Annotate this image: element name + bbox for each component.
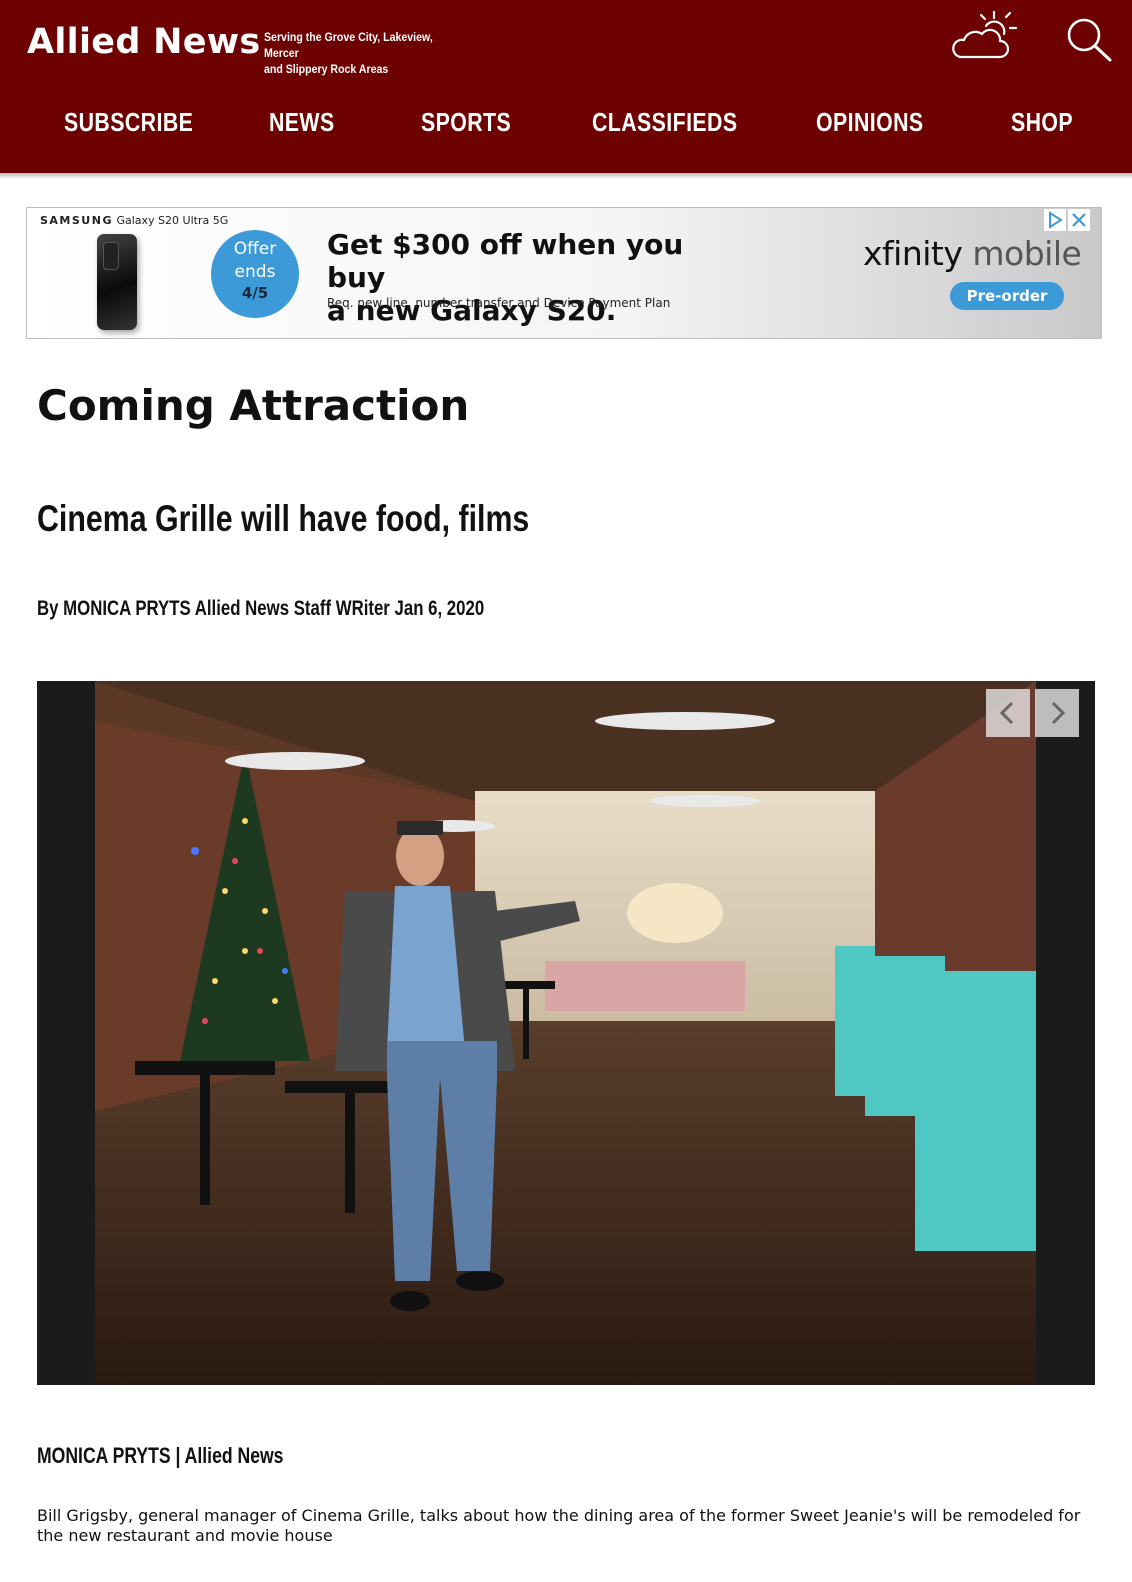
offer-badge: Offer ends 4/5 [211, 230, 299, 318]
offer-date: 4/5 [241, 284, 269, 302]
close-icon[interactable] [1068, 209, 1090, 231]
article-photo [95, 681, 1036, 1385]
ad-fine-print: Req. new line, number transfer and Devic… [327, 296, 671, 310]
ad-headline-line-1: Get $300 off when you buy [327, 228, 684, 294]
chevron-right-icon [1051, 701, 1066, 725]
ad-headline: Get $300 off when you buy a new Galaxy S… [327, 228, 747, 327]
tagline-line-1: Serving the Grove City, Lakeview, Mercer [264, 32, 433, 60]
adchoices-icon[interactable] [1044, 209, 1066, 231]
site-logo[interactable]: Allied News [27, 22, 261, 62]
header-shadow [0, 173, 1132, 179]
weather-partly-cloudy-icon[interactable] [950, 10, 1020, 62]
photo-gallery[interactable] [37, 681, 1095, 1385]
site-tagline: Serving the Grove City, Lakeview, Mercer… [264, 30, 466, 78]
gallery-prev-button[interactable] [986, 689, 1030, 737]
offer-line-1: Offer [233, 239, 277, 259]
ad-brand: SAMSUNG Galaxy S20 Ultra 5G [40, 214, 229, 227]
gallery-next-button[interactable] [1035, 689, 1079, 737]
nav-classifieds[interactable]: CLASSIFIEDS [592, 107, 737, 138]
nav-sports[interactable]: SPORTS [421, 107, 511, 138]
chevron-left-icon [999, 701, 1014, 725]
search-icon[interactable] [1065, 16, 1113, 64]
photo-caption: Bill Grigsby, general manager of Cinema … [37, 1506, 1081, 1545]
offer-line-2: ends [234, 262, 276, 282]
phone-camera [103, 242, 119, 270]
site-header: Allied News Serving the Grove City, Lake… [0, 0, 1132, 173]
article-headline: Cinema Grille will have food, films [37, 498, 530, 539]
nav-shop[interactable]: SHOP [1011, 107, 1073, 138]
nav-opinions[interactable]: OPINIONS [816, 107, 924, 138]
phone-image [97, 234, 137, 330]
nav-news[interactable]: NEWS [269, 107, 335, 138]
xfinity-mobile-logo: xfinity mobile [863, 234, 1082, 273]
article-byline[interactable]: By MONICA PRYTS Allied News Staff WRiter… [37, 597, 484, 621]
advertisement-banner[interactable]: SAMSUNG Galaxy S20 Ultra 5G Offer ends 4… [26, 207, 1102, 339]
preorder-button[interactable]: Pre-order [950, 282, 1064, 310]
nav-subscribe[interactable]: SUBSCRIBE [64, 107, 193, 138]
section-title: Coming Attraction [37, 381, 470, 430]
photo-credit: MONICA PRYTS | Allied News [37, 1443, 284, 1468]
tagline-line-2: and Slippery Rock Areas [264, 64, 389, 76]
